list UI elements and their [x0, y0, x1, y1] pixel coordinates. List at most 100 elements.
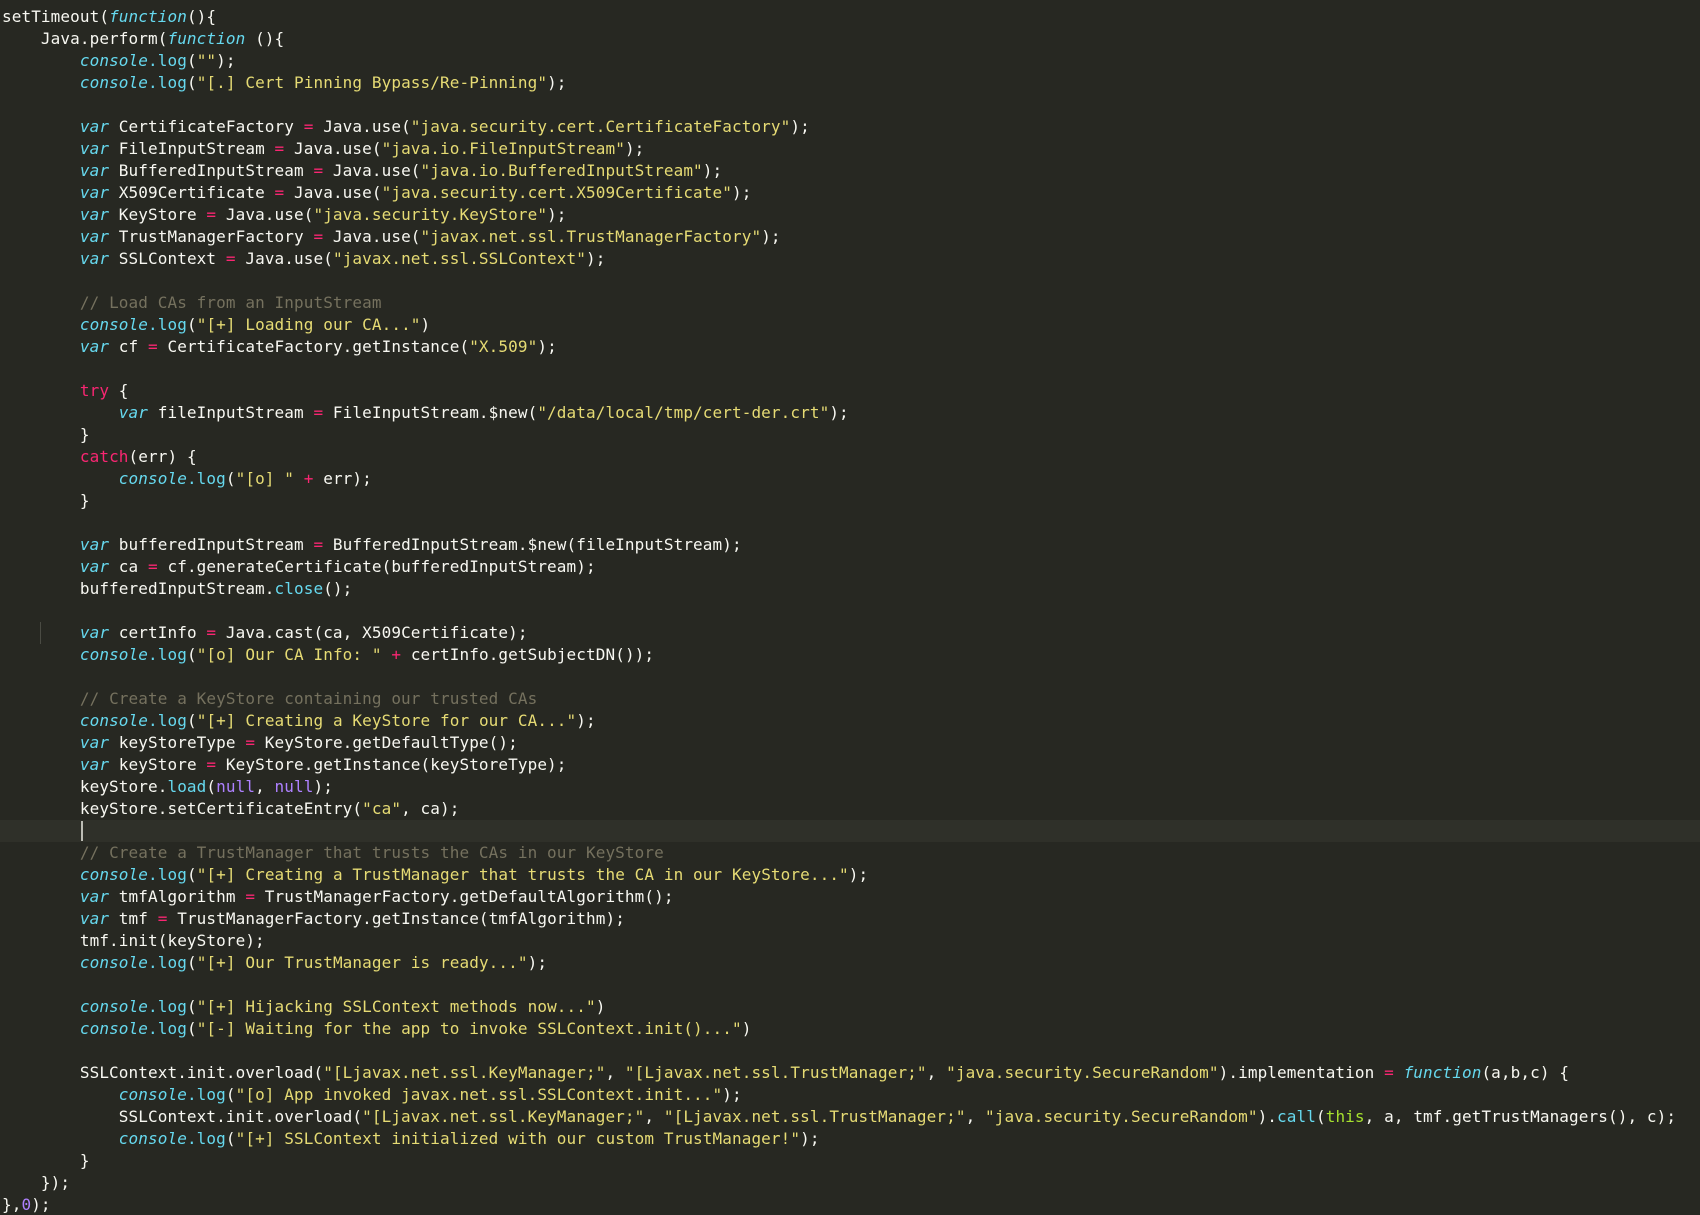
code-token-op: = [245, 887, 256, 906]
code-line[interactable]: var FileInputStream = Java.use("java.io.… [2, 138, 1676, 160]
code-line[interactable]: var SSLContext = Java.use("javax.net.ssl… [2, 248, 1676, 270]
code-token-str: "[o] Our CA Info: " [196, 645, 382, 664]
code-token-storage: console [118, 1129, 187, 1148]
code-line[interactable] [2, 512, 1676, 534]
code-line[interactable] [2, 974, 1676, 996]
code-token-plain: ( [186, 1019, 197, 1038]
code-line[interactable]: console.log("[+] SSLContext initialized … [2, 1128, 1676, 1150]
code-token-storage: console [79, 73, 149, 92]
code-token-support: .log [148, 315, 187, 334]
code-line[interactable]: console.log("[+] Hijacking SSLContext me… [2, 996, 1676, 1018]
code-line[interactable]: },0); [2, 1194, 1676, 1215]
code-token-plain: ); [31, 1195, 51, 1214]
code-line[interactable]: var bufferedInputStream = BufferedInputS… [2, 534, 1676, 556]
code-token-const: 0 [21, 1195, 32, 1214]
code-line[interactable]: // Create a TrustManager that trusts the… [2, 842, 1676, 864]
code-line[interactable]: var tmfAlgorithm = TrustManagerFactory.g… [2, 886, 1676, 908]
code-line[interactable] [2, 358, 1676, 380]
code-token-op: = [313, 227, 324, 246]
code-token-plain: ).implementation [1218, 1063, 1385, 1082]
code-token-plain: , ca); [401, 799, 460, 818]
code-line[interactable]: keyStore.setCertificateEntry("ca", ca); [2, 798, 1676, 820]
code-area[interactable]: setTimeout(function(){ Java.perform(func… [2, 6, 1676, 1215]
code-line[interactable]: tmf.init(keyStore); [2, 930, 1676, 952]
code-token-str: "[+] Loading our CA..." [196, 315, 421, 334]
code-token-storage: var [79, 909, 110, 928]
code-line[interactable] [2, 666, 1676, 688]
code-line[interactable]: }); [2, 1172, 1676, 1194]
code-editor[interactable]: setTimeout(function(){ Java.perform(func… [0, 0, 1700, 1215]
code-line[interactable]: console.log("[o] " + err); [2, 468, 1676, 490]
code-token-storage: var [118, 403, 148, 422]
code-line[interactable] [2, 94, 1676, 116]
code-line[interactable]: console.log(""); [2, 50, 1676, 72]
code-line[interactable]: var CertificateFactory = Java.use("java.… [2, 116, 1676, 138]
code-line[interactable]: var keyStoreType = KeyStore.getDefaultTy… [2, 732, 1676, 754]
code-line[interactable]: } [2, 1150, 1676, 1172]
code-token-plain: TrustManagerFactory.getInstance(tmfAlgor… [167, 909, 625, 928]
code-token-op: = [245, 733, 256, 752]
code-line[interactable]: console.log("[+] Creating a TrustManager… [2, 864, 1676, 886]
code-line[interactable]: var fileInputStream = FileInputStream.$n… [2, 402, 1676, 424]
code-line[interactable]: var certInfo = Java.cast(ca, X509Certifi… [2, 622, 1676, 644]
code-line[interactable]: keyStore.load(null, null); [2, 776, 1676, 798]
code-line[interactable]: var BufferedInputStream = Java.use("java… [2, 160, 1676, 182]
code-token-plain: (){ [186, 7, 217, 26]
code-line[interactable]: console.log("[+] Loading our CA...") [2, 314, 1676, 336]
code-line[interactable]: var ca = cf.generateCertificate(buffered… [2, 556, 1676, 578]
code-token-support: .log [186, 469, 226, 488]
code-line[interactable]: var KeyStore = Java.use("java.security.K… [2, 204, 1676, 226]
code-line[interactable]: } [2, 490, 1676, 512]
code-token-plain: ( [186, 315, 197, 334]
code-line[interactable]: // Load CAs from an InputStream [2, 292, 1676, 314]
code-token-str: "javax.net.ssl.TrustManagerFactory" [420, 227, 762, 246]
code-line[interactable]: try { [2, 380, 1676, 402]
code-token-storage: console [79, 645, 149, 664]
code-token-plain: cf.generateCertificate(bufferedInputStre… [157, 557, 596, 576]
code-token-keyword: try [79, 381, 110, 400]
code-line[interactable]: SSLContext.init.overload("[Ljavax.net.ss… [2, 1062, 1676, 1084]
code-token-support: .log [186, 1129, 226, 1148]
code-line[interactable]: console.log("[o] Our CA Info: " + certIn… [2, 644, 1676, 666]
code-line[interactable] [2, 1040, 1676, 1062]
code-token-storage: function [1403, 1063, 1482, 1082]
code-line[interactable]: Java.perform(function (){ [2, 28, 1676, 50]
code-line[interactable]: var cf = CertificateFactory.getInstance(… [2, 336, 1676, 358]
code-line[interactable] [2, 600, 1676, 622]
code-line[interactable]: } [2, 424, 1676, 446]
code-token-str: "java.security.SecureRandom" [946, 1063, 1219, 1082]
code-token-plain: FileInputStream [109, 139, 275, 158]
code-token-storage: var [79, 227, 110, 246]
code-token-storage: var [79, 557, 110, 576]
code-line[interactable]: var X509Certificate = Java.use("java.sec… [2, 182, 1676, 204]
code-line[interactable]: console.log("[-] Waiting for the app to … [2, 1018, 1676, 1040]
code-line[interactable]: var TrustManagerFactory = Java.use("java… [2, 226, 1676, 248]
code-line[interactable]: bufferedInputStream.close(); [2, 578, 1676, 600]
code-token-str: "[+] Creating a TrustManager that trusts… [196, 865, 849, 884]
code-line[interactable]: console.log("[o] App invoked javax.net.s… [2, 1084, 1676, 1106]
code-line[interactable]: var tmf = TrustManagerFactory.getInstanc… [2, 908, 1676, 930]
code-token-str: "[Ljavax.net.ssl.KeyManager;" [362, 1107, 645, 1126]
code-line[interactable]: catch(err) { [2, 446, 1676, 468]
code-token-plain: KeyStore [109, 205, 207, 224]
code-line[interactable]: SSLContext.init.overload("[Ljavax.net.ss… [2, 1106, 1676, 1128]
code-line[interactable]: console.log("[.] Cert Pinning Bypass/Re-… [2, 72, 1676, 94]
code-line[interactable] [2, 270, 1676, 292]
code-line[interactable]: // Create a KeyStore containing our trus… [2, 688, 1676, 710]
code-line[interactable]: console.log("[+] Our TrustManager is rea… [2, 952, 1676, 974]
code-line[interactable]: setTimeout(function(){ [2, 6, 1676, 28]
code-line[interactable]: console.log("[+] Creating a KeyStore for… [2, 710, 1676, 732]
code-token-plain: ( [186, 73, 197, 92]
code-line[interactable] [2, 820, 1676, 842]
code-token-str: "[+] Creating a KeyStore for our CA..." [196, 711, 577, 730]
code-line[interactable]: var keyStore = KeyStore.getInstance(keyS… [2, 754, 1676, 776]
